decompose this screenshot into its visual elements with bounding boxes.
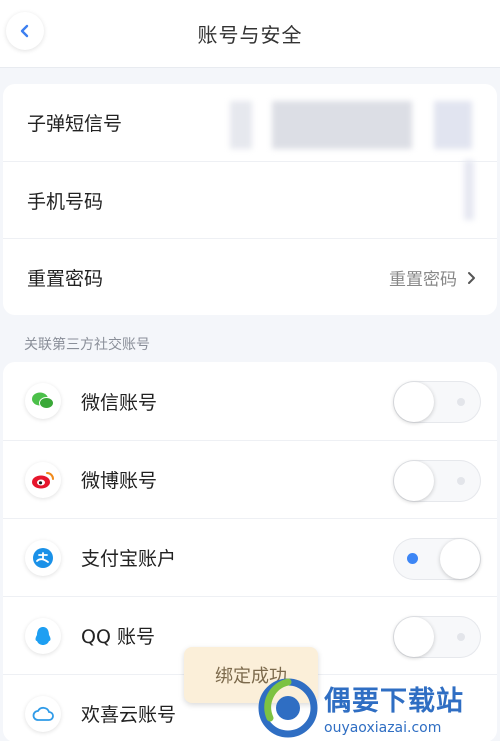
page-title: 账号与安全 xyxy=(197,23,303,47)
weibo-toggle[interactable] xyxy=(393,460,481,502)
social-label: 支付宝账户 xyxy=(81,548,177,570)
reset-password-row[interactable]: 重置密码 重置密码 xyxy=(3,238,497,315)
site-watermark: 偶要下载站 ouyaoxiazai.com xyxy=(258,674,500,741)
watermark-logo-icon xyxy=(258,678,318,738)
social-label: 欢喜云账号 xyxy=(81,704,177,726)
reset-password-value: 重置密码 xyxy=(389,270,457,290)
social-label: QQ 账号 xyxy=(81,626,155,648)
social-label: 微博账号 xyxy=(81,470,158,492)
wechat-toggle[interactable] xyxy=(393,381,481,423)
qq-icon xyxy=(25,617,61,654)
alipay-icon xyxy=(25,539,61,576)
bullet-id-label: 子弹短信号 xyxy=(27,113,123,135)
weibo-icon xyxy=(25,461,61,498)
qq-toggle[interactable] xyxy=(393,616,481,658)
phone-label: 手机号码 xyxy=(27,190,104,213)
social-row-weibo: 微博账号 xyxy=(3,440,497,518)
watermark-url: ouyaoxiazai.com xyxy=(324,720,442,736)
mosaic-block xyxy=(272,101,412,149)
mosaic-block xyxy=(464,160,474,220)
cloud-icon xyxy=(25,695,61,732)
header-bar: 账号与安全 xyxy=(0,0,500,68)
social-label: 微信账号 xyxy=(81,391,158,414)
chevron-left-icon xyxy=(20,24,29,38)
social-row-wechat: 微信账号 xyxy=(3,362,497,440)
phone-row: 手机号码 xyxy=(3,161,497,238)
alipay-toggle[interactable] xyxy=(393,538,481,580)
wechat-icon xyxy=(25,383,61,419)
mosaic-block xyxy=(434,101,472,149)
reset-password-label: 重置密码 xyxy=(27,267,104,290)
social-row-alipay: 支付宝账户 xyxy=(3,518,497,596)
back-button[interactable] xyxy=(6,12,44,50)
watermark-title: 偶要下载站 xyxy=(324,686,464,717)
social-section-title: 关联第三方社交账号 xyxy=(24,337,150,353)
mosaic-block xyxy=(230,101,252,149)
chevron-right-icon xyxy=(468,271,475,284)
reset-password-action[interactable]: 重置密码 xyxy=(389,239,477,316)
